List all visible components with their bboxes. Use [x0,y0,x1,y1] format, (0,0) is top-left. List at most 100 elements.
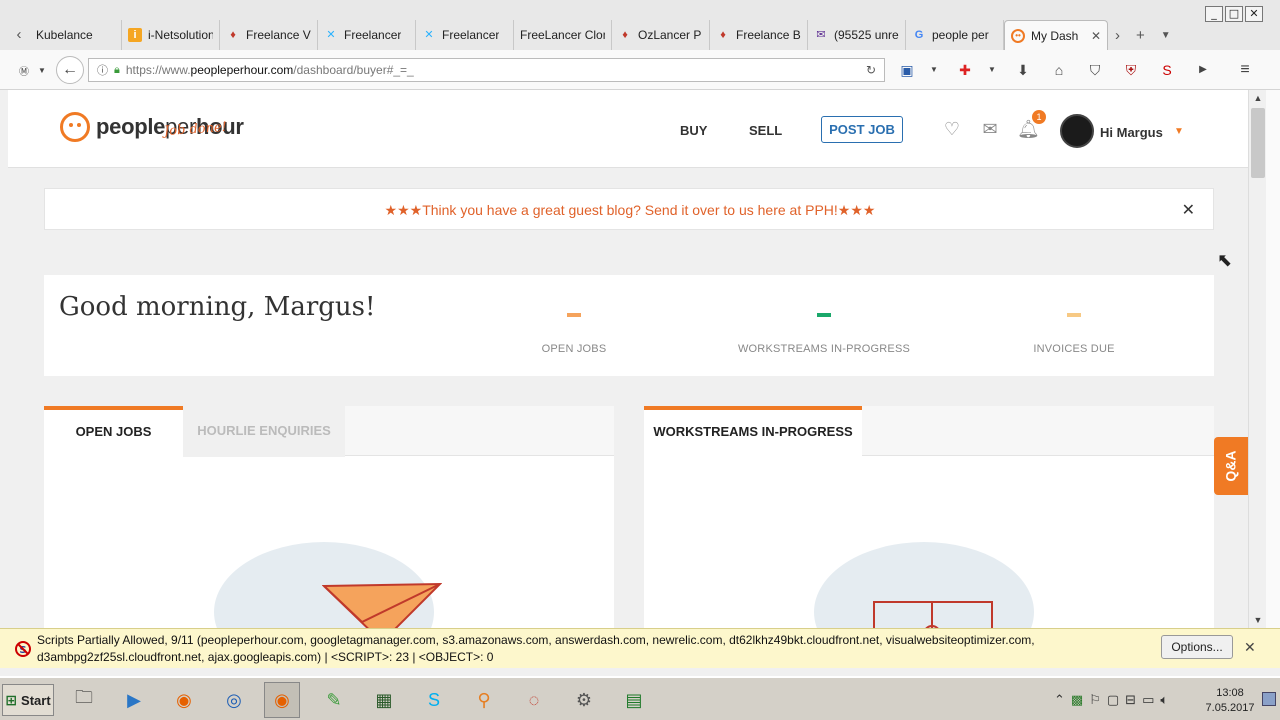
show-desktop-icon[interactable] [1262,692,1276,706]
start-button[interactable]: ⊞ Start [2,684,54,716]
firefox-active-icon[interactable]: ◉ [264,682,300,718]
post-job-button[interactable]: POST JOB [821,116,903,143]
tab-freelance-b[interactable]: ♦ Freelance B [710,20,808,50]
greeting-card: Good morning, Margus! OPEN JOBS WORKSTRE… [44,275,1214,376]
page-viewport: peopleperhour Job done! BUY SELL POST JO… [8,90,1248,628]
youtube-icon[interactable]: ▶ [1193,60,1213,80]
network-tray-icon[interactable]: ⊟ [1125,692,1136,708]
tab-label: Freelancer [344,28,402,42]
first-aid-icon[interactable]: ✚ [955,60,975,80]
dropdown-caret-icon[interactable]: ▼ [36,58,48,82]
envelope-icon[interactable]: ✉ [979,118,1001,140]
scroll-up-icon[interactable]: ▲ [1249,90,1267,106]
tab-inetsolution[interactable]: i i-Netsolution [122,20,220,50]
minimize-button[interactable]: _ [1205,6,1223,22]
options-button[interactable]: Options... [1161,635,1233,659]
task-manager-icon[interactable]: ▦ [366,682,402,718]
scroll-tabs-left-icon[interactable]: ‹ [8,20,30,50]
identity-icon[interactable]: Ⓜ [14,58,34,82]
tab-freelancer-2[interactable]: ✕ Freelancer [416,20,514,50]
tab-label: (95525 unre [834,28,899,42]
close-tab-icon[interactable]: ✕ [1091,29,1101,43]
new-tab-icon[interactable]: + [1136,27,1145,44]
notepad-icon[interactable]: ✎ [316,682,352,718]
info-icon[interactable]: ⓘ [97,62,108,78]
pocket-icon[interactable]: ⛉ [1085,60,1105,80]
banner-text[interactable]: ★★★Think you have a great guest blog? Se… [45,202,1215,219]
tray-device-icon[interactable]: ▢ [1107,692,1119,708]
save-menu-caret-icon[interactable]: ▼ [924,60,944,80]
back-button[interactable]: ← [56,56,84,84]
flag-icon[interactable]: ⚐ [1089,692,1101,708]
tab-label: FreeLancer Clone [520,28,605,42]
clock[interactable]: 13:08 7.05.2017 [1200,686,1260,716]
tab-freelance-v[interactable]: ♦ Freelance V [220,20,318,50]
qa-button[interactable]: Q&A [1214,437,1248,495]
menu-icon[interactable]: ≡ [1235,60,1255,80]
freelance-icon: ♦ [720,29,726,41]
media-player-icon[interactable]: ▶ [116,682,152,718]
ozlancer-icon: ♦ [622,29,628,41]
monitor-icon[interactable]: ▭ [1142,692,1154,708]
list-tabs-icon[interactable]: ▼ [1161,30,1171,41]
tab-label: people per [932,28,989,42]
addon-menu-caret-icon[interactable]: ▼ [982,60,1002,80]
avatar[interactable] [1060,114,1094,148]
maximize-button[interactable]: □ [1225,6,1243,22]
tab-label: Freelance V [246,28,311,42]
stat-label: WORKSTREAMS IN-PROGRESS [737,343,911,355]
noscript-icon[interactable]: S [1157,60,1177,80]
stat-workstreams[interactable]: WORKSTREAMS IN-PROGRESS [724,313,924,355]
vertical-scrollbar[interactable]: ▲ ▼ [1248,90,1266,628]
tab-tools: › + ▼ [1115,20,1171,50]
tab-hourlie-enquiries[interactable]: HOURLIE ENQUIRIES [183,406,345,457]
heart-icon[interactable]: ♡ [941,118,963,140]
stat-indicator [567,313,581,317]
thunderbird-icon[interactable]: ◎ [216,682,252,718]
ublock-icon[interactable]: ⛨ [1121,60,1141,80]
tab-label: Freelance B [736,28,801,42]
noscript-icon: S [15,641,31,657]
app-circle-icon[interactable]: ◌ [516,682,552,718]
save-icon[interactable]: ▣ [897,60,917,80]
tab-mail[interactable]: ✉ (95525 unre [808,20,906,50]
close-window-button[interactable]: ✕ [1245,6,1263,22]
close-icon[interactable]: ✕ [1182,200,1195,220]
tab-kubelance[interactable]: Kubelance [30,20,122,50]
firefox-icon[interactable]: ◉ [166,682,202,718]
url-host: peopleperhour.com [190,63,294,77]
tab-open-jobs[interactable]: OPEN JOBS [44,406,183,457]
close-icon[interactable]: ✕ [1244,639,1256,656]
scrollbar-thumb[interactable] [1251,108,1265,178]
downloads-icon[interactable]: ⬇ [1013,60,1033,80]
scroll-tabs-right-icon[interactable]: › [1115,27,1120,44]
noscript-line-1: Scripts Partially Allowed, 9/11 (peoplep… [37,633,1035,647]
noscript-line-2: d3ambpg2zf25sl.cloudfront.net, ajax.goog… [37,650,494,664]
network-icon[interactable]: ⚙ [566,682,602,718]
tray-app-icon[interactable]: ▩ [1071,692,1083,708]
tray-expand-icon[interactable]: ⌃ [1054,692,1065,708]
volume-icon[interactable]: 🔈︎ [1160,692,1168,708]
stat-open-jobs[interactable]: OPEN JOBS [474,313,674,355]
reload-icon[interactable]: ↻ [866,63,876,77]
search-icon[interactable]: ⚲ [466,682,502,718]
user-menu[interactable]: Hi Margus [1100,125,1163,140]
stat-invoices-due[interactable]: INVOICES DUE [974,313,1174,355]
tab-ozlancer[interactable]: ♦ OzLancer P [612,20,710,50]
skype-icon[interactable]: S [416,682,452,718]
tab-my-dashboard[interactable]: •• My Dash ✕ [1004,20,1108,50]
home-icon[interactable]: ⌂ [1049,60,1069,80]
address-bar[interactable]: ⓘ 🔒︎ https://www. peopleperhour.com/dashb… [88,58,885,82]
tab-label: i-Netsolution [148,28,213,42]
tab-workstreams-in-progress[interactable]: WORKSTREAMS IN-PROGRESS [644,406,862,457]
chevron-down-icon[interactable]: ▼ [1174,126,1184,137]
nav-buy-link[interactable]: BUY [680,123,707,138]
nav-sell-link[interactable]: SELL [749,123,782,138]
scroll-down-icon[interactable]: ▼ [1249,612,1267,628]
file-explorer-icon[interactable]: 🗀︎ [66,682,102,718]
spreadsheet-icon[interactable]: ▤ [616,682,652,718]
tab-google-search[interactable]: G people per [906,20,1004,50]
tab-freelancer-clone[interactable]: FreeLancer Clone [514,20,612,50]
tab-freelancer-1[interactable]: ✕ Freelancer [318,20,416,50]
stat-indicator [1067,313,1081,317]
